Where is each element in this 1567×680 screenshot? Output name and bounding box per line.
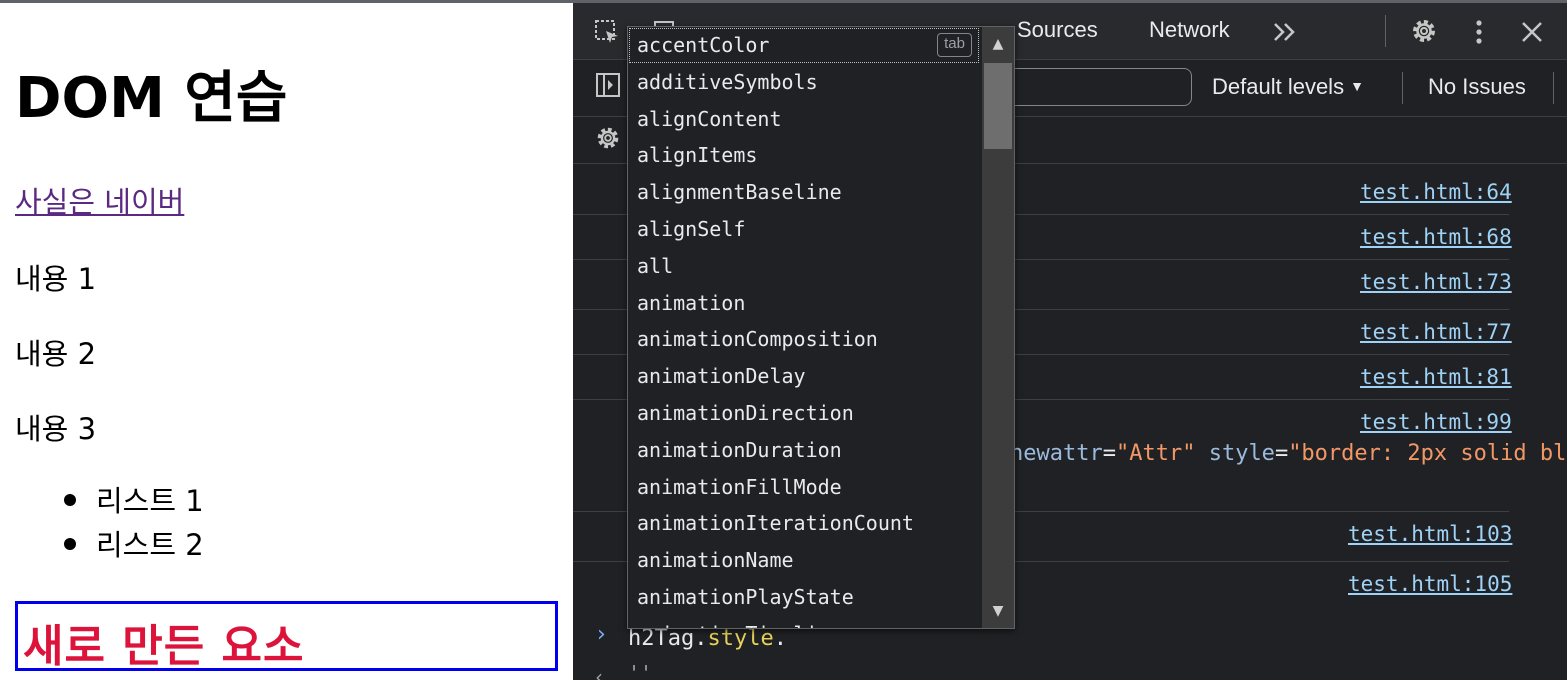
levels-label: Default levels bbox=[1212, 74, 1345, 99]
autocomplete-item[interactable]: accentColor tab bbox=[628, 27, 980, 64]
tab-key-hint: tab bbox=[937, 33, 972, 57]
autocomplete-popup: accentColor tab additiveSymbols alignConten… bbox=[627, 26, 1015, 629]
result-arrow-icon: ‹ bbox=[595, 665, 603, 680]
source-link[interactable]: test.html:105 bbox=[1348, 572, 1512, 596]
source-link[interactable]: test.html:73 bbox=[1360, 270, 1512, 294]
console-settings-gear-icon[interactable] bbox=[591, 121, 625, 155]
autocomplete-item-label: animationFillMode bbox=[637, 474, 842, 499]
source-link[interactable]: test.html:68 bbox=[1360, 225, 1512, 249]
autocomplete-item[interactable]: animationPlayState bbox=[628, 579, 980, 616]
autocomplete-item-label: animationDuration bbox=[637, 437, 842, 462]
list-item: 리스트 1 bbox=[0, 478, 204, 522]
source-link[interactable]: test.html:77 bbox=[1360, 320, 1512, 344]
scrollbar-thumb[interactable] bbox=[984, 63, 1012, 149]
source-link[interactable]: test.html:103 bbox=[1348, 522, 1512, 546]
eager-eval-result: '' bbox=[628, 661, 653, 680]
bullet-icon bbox=[64, 538, 76, 550]
list-item-label: 리스트 1 bbox=[96, 484, 204, 518]
gear-icon[interactable] bbox=[1407, 14, 1441, 48]
sidebar-toggle-icon[interactable] bbox=[593, 70, 623, 100]
naver-link[interactable]: 사실은 네이버 bbox=[15, 179, 184, 221]
autocomplete-scrollbar[interactable]: ▲ ▼ bbox=[982, 27, 1014, 628]
page-viewport: DOM 연습 사실은 네이버 내용 1 내용 2 내용 3 리스트 1 리스트 … bbox=[0, 3, 573, 680]
autocomplete-item-label: animationPlayState bbox=[637, 584, 854, 609]
autocomplete-item[interactable]: animationComposition bbox=[628, 321, 980, 358]
console-input[interactable]: h2Tag.style. bbox=[628, 626, 787, 651]
autocomplete-item-label: animationComposition bbox=[637, 327, 878, 352]
chevron-double-right-icon[interactable] bbox=[1270, 17, 1300, 47]
toolbar-divider bbox=[1385, 15, 1386, 47]
page-heading: DOM 연습 bbox=[15, 66, 288, 131]
paragraph-3: 내용 3 bbox=[15, 412, 97, 446]
new-element-text: 새로 만든 요소 bbox=[23, 621, 305, 672]
source-link[interactable]: test.html:64 bbox=[1360, 180, 1512, 204]
autocomplete-item[interactable]: animationDirection bbox=[628, 395, 980, 432]
autocomplete-item[interactable]: animationIterationCount bbox=[628, 505, 980, 542]
autocomplete-item-label: animationName bbox=[637, 548, 794, 573]
autocomplete-item[interactable]: animationDuration bbox=[628, 432, 980, 469]
autocomplete-item-label: additiveSymbols bbox=[637, 69, 818, 94]
levels-dropdown[interactable]: Default levels ▼ bbox=[1212, 74, 1364, 100]
autocomplete-item[interactable]: alignmentBaseline bbox=[628, 174, 980, 211]
scroll-up-icon[interactable]: ▲ bbox=[982, 27, 1014, 61]
inspect-element-icon[interactable] bbox=[591, 16, 623, 48]
autocomplete-item-label: alignContent bbox=[637, 106, 782, 131]
autocomplete-list: accentColor tab additiveSymbols alignConten… bbox=[628, 27, 980, 628]
autocomplete-item-label: all bbox=[637, 253, 674, 278]
autocomplete-item[interactable]: animationDelay bbox=[628, 358, 980, 395]
source-link[interactable]: test.html:81 bbox=[1360, 365, 1512, 389]
autocomplete-item[interactable]: animationName bbox=[628, 542, 980, 579]
autocomplete-item-label: alignmentBaseline bbox=[637, 180, 842, 205]
autocomplete-item-label: alignItems bbox=[637, 143, 758, 168]
autocomplete-item[interactable]: animationFillMode bbox=[628, 469, 980, 506]
more-vert-icon[interactable] bbox=[1467, 15, 1491, 49]
autocomplete-item-label: animationTimeline bbox=[637, 622, 842, 628]
tab-network[interactable]: Network bbox=[1149, 17, 1230, 43]
autocomplete-item[interactable]: alignItems bbox=[628, 137, 980, 174]
prompt-chevron-icon: › bbox=[597, 622, 606, 647]
autocomplete-item[interactable]: animationTimeline bbox=[628, 616, 980, 628]
toolbar-divider bbox=[1402, 72, 1403, 104]
autocomplete-item-label: animationDelay bbox=[637, 364, 806, 389]
toolbar-divider bbox=[1553, 72, 1554, 104]
autocomplete-item[interactable]: alignContent bbox=[628, 101, 980, 138]
new-h2-element: 새로 만든 요소 bbox=[15, 601, 558, 672]
source-link[interactable]: test.html:99 bbox=[1360, 410, 1512, 434]
autocomplete-item[interactable]: additiveSymbols bbox=[628, 64, 980, 101]
autocomplete-item-label: animationDirection bbox=[637, 400, 854, 425]
list-item: 리스트 2 bbox=[0, 522, 204, 566]
paragraph-2: 내용 2 bbox=[15, 337, 97, 371]
logged-element-markup: newattr="Attr" style="border: 2px solid … bbox=[1010, 441, 1567, 466]
caret-down-icon: ▼ bbox=[1350, 78, 1364, 94]
autocomplete-item[interactable]: animation bbox=[628, 285, 980, 322]
autocomplete-item[interactable]: all bbox=[628, 248, 980, 285]
bullet-list: 리스트 1 리스트 2 bbox=[0, 478, 204, 566]
autocomplete-item[interactable]: alignSelf bbox=[628, 211, 980, 248]
autocomplete-item-label: animationIterationCount bbox=[637, 511, 914, 536]
autocomplete-item-label: accentColor bbox=[637, 33, 770, 57]
tab-sources[interactable]: Sources bbox=[1017, 17, 1098, 43]
autocomplete-item-label: alignSelf bbox=[637, 216, 746, 241]
autocomplete-item-label: animation bbox=[637, 290, 746, 315]
paragraph-1: 내용 1 bbox=[15, 262, 97, 296]
close-icon[interactable] bbox=[1516, 16, 1548, 48]
issues-counter[interactable]: No Issues bbox=[1428, 74, 1526, 100]
scroll-down-icon[interactable]: ▼ bbox=[982, 594, 1014, 628]
list-item-label: 리스트 2 bbox=[96, 528, 204, 562]
bullet-icon bbox=[64, 494, 76, 506]
